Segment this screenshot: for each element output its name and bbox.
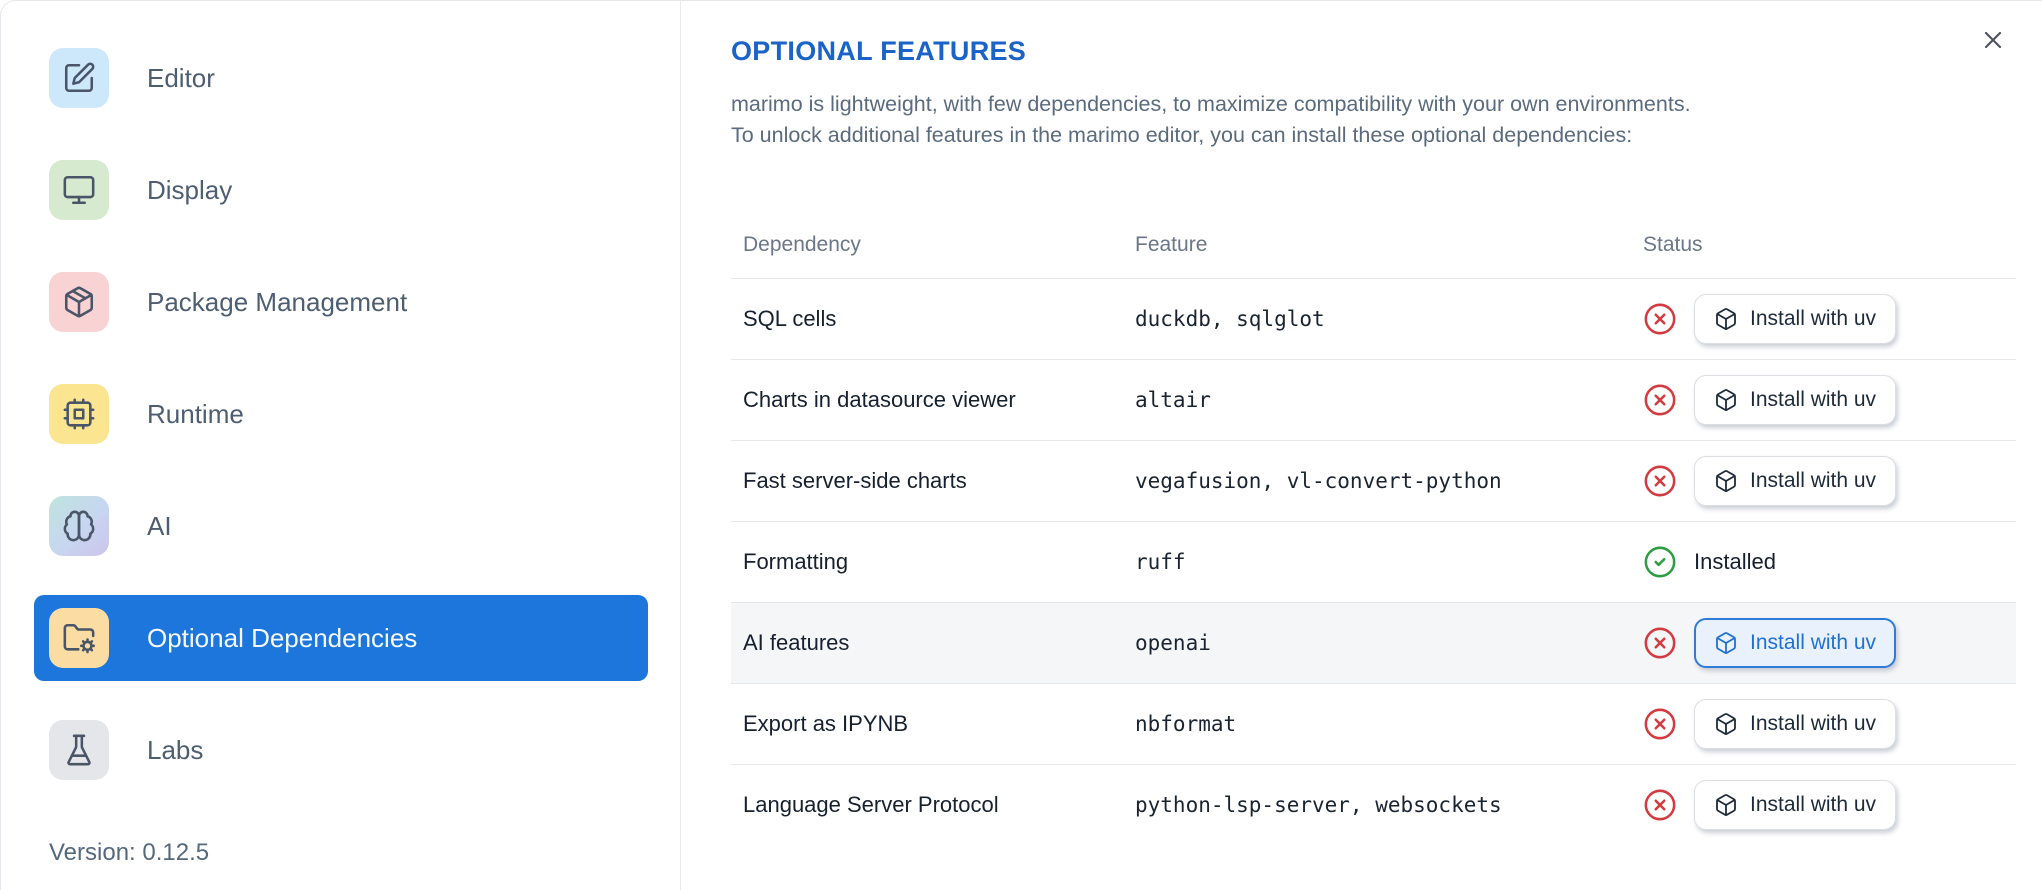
status-cell: Install with uv	[1643, 294, 2004, 344]
column-header-feature: Feature	[1123, 171, 1631, 279]
dependency-cell: Formatting	[731, 521, 1123, 603]
sidebar-item-label: Optional Dependencies	[147, 622, 418, 653]
table-row: Export as IPYNB nbformat Install with uv	[731, 683, 2016, 765]
version-label: Version: 0.12.5	[49, 839, 210, 866]
table-row: Language Server Protocol python-lsp-serv…	[731, 765, 2016, 846]
dependency-cell: AI features	[731, 602, 1123, 684]
circle-x-icon	[1643, 464, 1677, 498]
column-header-dependency: Dependency	[731, 171, 1123, 279]
install-button-label: Install with uv	[1750, 793, 1877, 817]
circle-x-icon	[1643, 788, 1677, 822]
dependency-cell: Charts in datasource viewer	[731, 359, 1123, 441]
table-row: Charts in datasource viewer altair Insta…	[731, 359, 2016, 441]
close-button[interactable]	[1977, 25, 2009, 57]
sidebar-item-optional-dependencies[interactable]: Optional Dependencies	[34, 595, 648, 681]
circle-x-icon	[1643, 707, 1677, 741]
install-with-uv-button[interactable]: Install with uv	[1694, 699, 1897, 749]
sidebar-item-label: Labs	[147, 734, 204, 765]
column-header-status: Status	[1631, 171, 2016, 279]
description-text: marimo is lightweight, with few dependen…	[731, 89, 2042, 151]
status-cell: Install with uv	[1643, 618, 2004, 668]
settings-sidebar: Editor Display Package Management Runtim…	[1, 1, 681, 890]
circle-x-icon	[1643, 302, 1677, 336]
dependency-cell: Export as IPYNB	[731, 683, 1123, 765]
dependency-cell: Language Server Protocol	[743, 792, 999, 818]
circle-x-icon	[1643, 383, 1677, 417]
table-row: Fast server-side charts vegafusion, vl-c…	[731, 440, 2016, 522]
feature-cell: vegafusion, vl-convert-python	[1123, 440, 1631, 522]
brain-icon	[49, 496, 109, 556]
table-row: AI features openai Install with uv	[731, 602, 2016, 684]
circle-check-icon	[1643, 545, 1677, 579]
feature-cell: openai	[1123, 602, 1631, 684]
feature-cell: python-lsp-server, websockets	[1135, 793, 1502, 818]
square-pen-icon	[49, 48, 109, 108]
cpu-icon	[49, 384, 109, 444]
installed-status-label: Installed	[1694, 549, 1776, 574]
sidebar-item-runtime[interactable]: Runtime	[34, 371, 648, 457]
install-with-uv-button[interactable]: Install with uv	[1694, 294, 1897, 344]
sidebar-nav: Editor Display Package Management Runtim…	[1, 1, 680, 793]
sidebar-item-label: Display	[147, 174, 233, 205]
sidebar-item-display[interactable]: Display	[34, 147, 648, 233]
circle-x-icon	[1643, 626, 1677, 660]
install-button-label: Install with uv	[1750, 307, 1877, 330]
box-icon	[1714, 631, 1738, 655]
status-cell: Installed	[1643, 545, 2004, 579]
status-cell: Install with uv	[1643, 375, 2004, 425]
sidebar-item-label: AI	[147, 510, 172, 541]
dependencies-table: Dependency Feature Status SQL cells duck…	[731, 171, 2016, 846]
table-row: SQL cells duckdb, sqlglot Install with u…	[731, 278, 2016, 360]
box-icon	[1714, 793, 1738, 817]
feature-cell: ruff	[1123, 521, 1631, 603]
box-icon	[1714, 388, 1738, 412]
dependency-cell: SQL cells	[731, 278, 1123, 360]
box-icon	[1714, 307, 1738, 331]
monitor-icon	[49, 160, 109, 220]
x-icon	[1979, 42, 2007, 57]
feature-cell: duckdb, sqlglot	[1123, 278, 1631, 360]
install-button-label: Install with uv	[1750, 388, 1877, 411]
feature-cell: altair	[1123, 359, 1631, 441]
sidebar-item-package-management[interactable]: Package Management	[34, 259, 648, 345]
flask-icon	[49, 720, 109, 780]
install-button-label: Install with uv	[1750, 631, 1877, 654]
sidebar-item-label: Runtime	[147, 398, 244, 429]
sidebar-item-label: Editor	[147, 62, 215, 93]
folder-cog-icon	[49, 608, 109, 668]
box-icon	[1714, 712, 1738, 736]
table-row: Formatting ruff Installed	[731, 521, 2016, 603]
sidebar-item-ai[interactable]: AI	[34, 483, 648, 569]
table-header-row: Dependency Feature Status	[731, 171, 2016, 279]
install-with-uv-button[interactable]: Install with uv	[1694, 456, 1897, 506]
install-button-label: Install with uv	[1750, 469, 1877, 492]
install-with-uv-button[interactable]: Install with uv	[1694, 780, 1897, 831]
status-cell: Install with uv	[1643, 699, 2004, 749]
package-icon	[49, 272, 109, 332]
settings-dialog: Editor Display Package Management Runtim…	[0, 0, 2042, 890]
sidebar-item-editor[interactable]: Editor	[34, 35, 648, 121]
install-with-uv-button[interactable]: Install with uv	[1694, 375, 1897, 425]
install-with-uv-button-highlighted[interactable]: Install with uv	[1694, 618, 1897, 668]
feature-cell: nbformat	[1123, 683, 1631, 765]
page-title: OPTIONAL FEATURES	[731, 36, 1027, 66]
box-icon	[1714, 469, 1738, 493]
status-cell: Install with uv	[1643, 780, 2004, 831]
dependency-cell: Fast server-side charts	[731, 440, 1123, 522]
sidebar-item-labs[interactable]: Labs	[34, 707, 648, 793]
description-line: To unlock additional features in the mar…	[731, 123, 1633, 147]
status-cell: Install with uv	[1643, 456, 2004, 506]
install-button-label: Install with uv	[1750, 712, 1877, 735]
description-line: marimo is lightweight, with few dependen…	[731, 92, 1691, 116]
optional-features-panel: OPTIONAL FEATURES marimo is lightweight,…	[682, 1, 2042, 890]
sidebar-item-label: Package Management	[147, 286, 408, 317]
